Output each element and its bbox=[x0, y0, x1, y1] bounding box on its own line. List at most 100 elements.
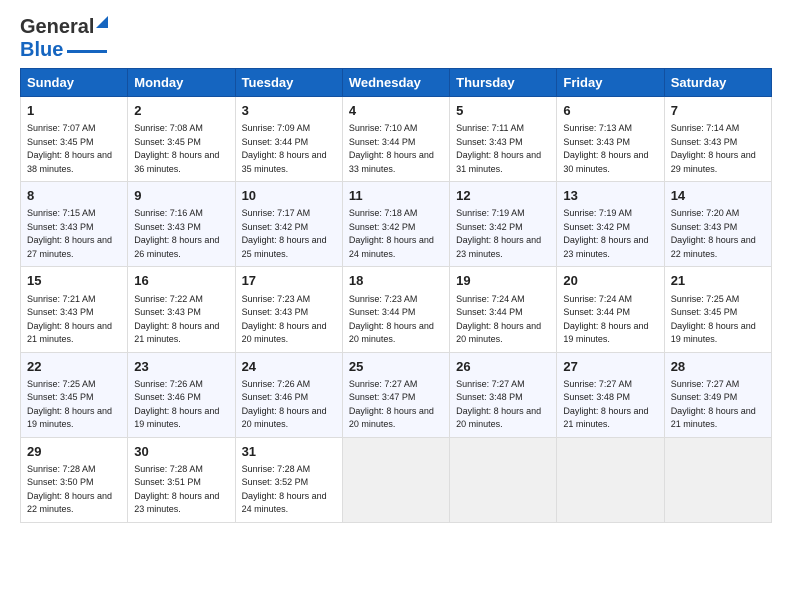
calendar-cell bbox=[342, 437, 449, 522]
calendar-cell: 28 Sunrise: 7:27 AMSunset: 3:49 PMDayligh… bbox=[664, 352, 771, 437]
calendar-body: 1 Sunrise: 7:07 AMSunset: 3:45 PMDaylight… bbox=[21, 97, 772, 523]
day-info: Sunrise: 7:14 AMSunset: 3:43 PMDaylight:… bbox=[671, 123, 756, 174]
calendar-table: SundayMondayTuesdayWednesdayThursdayFrid… bbox=[20, 68, 772, 523]
day-number: 25 bbox=[349, 358, 443, 376]
day-info: Sunrise: 7:27 AMSunset: 3:48 PMDaylight:… bbox=[456, 379, 541, 430]
day-info: Sunrise: 7:18 AMSunset: 3:42 PMDaylight:… bbox=[349, 208, 434, 259]
day-number: 6 bbox=[563, 102, 657, 120]
day-info: Sunrise: 7:25 AMSunset: 3:45 PMDaylight:… bbox=[671, 294, 756, 345]
day-info: Sunrise: 7:19 AMSunset: 3:42 PMDaylight:… bbox=[563, 208, 648, 259]
day-number: 5 bbox=[456, 102, 550, 120]
calendar-cell: 7 Sunrise: 7:14 AMSunset: 3:43 PMDaylight… bbox=[664, 97, 771, 182]
calendar-cell: 23 Sunrise: 7:26 AMSunset: 3:46 PMDayligh… bbox=[128, 352, 235, 437]
calendar-cell: 25 Sunrise: 7:27 AMSunset: 3:47 PMDayligh… bbox=[342, 352, 449, 437]
calendar-cell: 22Sunrise: 7:25 AMSunset: 3:45 PMDayligh… bbox=[21, 352, 128, 437]
calendar-cell: 27Sunrise: 7:27 AMSunset: 3:48 PMDayligh… bbox=[557, 352, 664, 437]
calendar-cell: 17 Sunrise: 7:23 AMSunset: 3:43 PMDayligh… bbox=[235, 267, 342, 352]
day-number: 20 bbox=[563, 272, 657, 290]
day-info: Sunrise: 7:27 AMSunset: 3:47 PMDaylight:… bbox=[349, 379, 434, 430]
calendar-cell: 8 Sunrise: 7:15 AMSunset: 3:43 PMDaylight… bbox=[21, 182, 128, 267]
day-info: Sunrise: 7:28 AMSunset: 3:50 PMDaylight:… bbox=[27, 464, 112, 515]
day-info: Sunrise: 7:24 AMSunset: 3:44 PMDaylight:… bbox=[456, 294, 541, 345]
day-info: Sunrise: 7:07 AMSunset: 3:45 PMDaylight:… bbox=[27, 123, 112, 174]
calendar-cell: 9 Sunrise: 7:16 AMSunset: 3:43 PMDaylight… bbox=[128, 182, 235, 267]
calendar-cell: 14 Sunrise: 7:20 AMSunset: 3:43 PMDayligh… bbox=[664, 182, 771, 267]
day-info: Sunrise: 7:15 AMSunset: 3:43 PMDaylight:… bbox=[27, 208, 112, 259]
day-info: Sunrise: 7:17 AMSunset: 3:42 PMDaylight:… bbox=[242, 208, 327, 259]
calendar-page: General Blue SundayMondayTuesdayWednesda… bbox=[0, 0, 792, 612]
day-info: Sunrise: 7:08 AMSunset: 3:45 PMDaylight:… bbox=[134, 123, 219, 174]
calendar-col-monday: Monday bbox=[128, 69, 235, 97]
day-number: 1 bbox=[27, 102, 121, 120]
day-number: 26 bbox=[456, 358, 550, 376]
calendar-cell bbox=[450, 437, 557, 522]
calendar-col-sunday: Sunday bbox=[21, 69, 128, 97]
day-number: 17 bbox=[242, 272, 336, 290]
calendar-cell: 26 Sunrise: 7:27 AMSunset: 3:48 PMDayligh… bbox=[450, 352, 557, 437]
day-info: Sunrise: 7:28 AMSunset: 3:52 PMDaylight:… bbox=[242, 464, 327, 515]
calendar-cell: 16Sunrise: 7:22 AMSunset: 3:43 PMDayligh… bbox=[128, 267, 235, 352]
calendar-week-1: 1 Sunrise: 7:07 AMSunset: 3:45 PMDaylight… bbox=[21, 97, 772, 182]
day-number: 9 bbox=[134, 187, 228, 205]
calendar-cell: 13Sunrise: 7:19 AMSunset: 3:42 PMDayligh… bbox=[557, 182, 664, 267]
calendar-cell: 30Sunrise: 7:28 AMSunset: 3:51 PMDayligh… bbox=[128, 437, 235, 522]
calendar-col-friday: Friday bbox=[557, 69, 664, 97]
calendar-cell: 24 Sunrise: 7:26 AMSunset: 3:46 PMDayligh… bbox=[235, 352, 342, 437]
calendar-col-saturday: Saturday bbox=[664, 69, 771, 97]
header: General Blue bbox=[20, 16, 772, 62]
calendar-cell: 2 Sunrise: 7:08 AMSunset: 3:45 PMDaylight… bbox=[128, 97, 235, 182]
calendar-cell bbox=[664, 437, 771, 522]
day-number: 4 bbox=[349, 102, 443, 120]
day-info: Sunrise: 7:09 AMSunset: 3:44 PMDaylight:… bbox=[242, 123, 327, 174]
day-number: 2 bbox=[134, 102, 228, 120]
day-info: Sunrise: 7:27 AMSunset: 3:49 PMDaylight:… bbox=[671, 379, 756, 430]
day-info: Sunrise: 7:26 AMSunset: 3:46 PMDaylight:… bbox=[134, 379, 219, 430]
day-number: 3 bbox=[242, 102, 336, 120]
day-number: 14 bbox=[671, 187, 765, 205]
logo-general: General bbox=[20, 16, 94, 38]
day-info: Sunrise: 7:20 AMSunset: 3:43 PMDaylight:… bbox=[671, 208, 756, 259]
day-info: Sunrise: 7:23 AMSunset: 3:43 PMDaylight:… bbox=[242, 294, 327, 345]
calendar-week-4: 22Sunrise: 7:25 AMSunset: 3:45 PMDayligh… bbox=[21, 352, 772, 437]
calendar-week-3: 15Sunrise: 7:21 AMSunset: 3:43 PMDayligh… bbox=[21, 267, 772, 352]
day-number: 22 bbox=[27, 358, 121, 376]
day-number: 29 bbox=[27, 443, 121, 461]
calendar-cell: 3 Sunrise: 7:09 AMSunset: 3:44 PMDaylight… bbox=[235, 97, 342, 182]
day-number: 23 bbox=[134, 358, 228, 376]
day-info: Sunrise: 7:19 AMSunset: 3:42 PMDaylight:… bbox=[456, 208, 541, 259]
day-number: 30 bbox=[134, 443, 228, 461]
calendar-cell: 18Sunrise: 7:23 AMSunset: 3:44 PMDayligh… bbox=[342, 267, 449, 352]
day-info: Sunrise: 7:23 AMSunset: 3:44 PMDaylight:… bbox=[349, 294, 434, 345]
calendar-cell: 1 Sunrise: 7:07 AMSunset: 3:45 PMDaylight… bbox=[21, 97, 128, 182]
calendar-week-2: 8 Sunrise: 7:15 AMSunset: 3:43 PMDaylight… bbox=[21, 182, 772, 267]
calendar-cell: 10 Sunrise: 7:17 AMSunset: 3:42 PMDayligh… bbox=[235, 182, 342, 267]
logo: General Blue bbox=[20, 16, 107, 62]
day-number: 28 bbox=[671, 358, 765, 376]
day-info: Sunrise: 7:26 AMSunset: 3:46 PMDaylight:… bbox=[242, 379, 327, 430]
day-number: 11 bbox=[349, 187, 443, 205]
calendar-cell: 21 Sunrise: 7:25 AMSunset: 3:45 PMDayligh… bbox=[664, 267, 771, 352]
day-number: 7 bbox=[671, 102, 765, 120]
calendar-cell: 12 Sunrise: 7:19 AMSunset: 3:42 PMDayligh… bbox=[450, 182, 557, 267]
calendar-header-row: SundayMondayTuesdayWednesdayThursdayFrid… bbox=[21, 69, 772, 97]
calendar-col-tuesday: Tuesday bbox=[235, 69, 342, 97]
day-info: Sunrise: 7:21 AMSunset: 3:43 PMDaylight:… bbox=[27, 294, 112, 345]
calendar-col-wednesday: Wednesday bbox=[342, 69, 449, 97]
calendar-cell bbox=[557, 437, 664, 522]
calendar-cell: 31Sunrise: 7:28 AMSunset: 3:52 PMDayligh… bbox=[235, 437, 342, 522]
calendar-cell: 19 Sunrise: 7:24 AMSunset: 3:44 PMDayligh… bbox=[450, 267, 557, 352]
day-number: 10 bbox=[242, 187, 336, 205]
day-info: Sunrise: 7:16 AMSunset: 3:43 PMDaylight:… bbox=[134, 208, 219, 259]
day-number: 21 bbox=[671, 272, 765, 290]
day-info: Sunrise: 7:11 AMSunset: 3:43 PMDaylight:… bbox=[456, 123, 541, 174]
day-number: 12 bbox=[456, 187, 550, 205]
day-number: 27 bbox=[563, 358, 657, 376]
calendar-cell: 6 Sunrise: 7:13 AMSunset: 3:43 PMDaylight… bbox=[557, 97, 664, 182]
day-number: 24 bbox=[242, 358, 336, 376]
day-number: 19 bbox=[456, 272, 550, 290]
day-number: 16 bbox=[134, 272, 228, 290]
calendar-col-thursday: Thursday bbox=[450, 69, 557, 97]
day-info: Sunrise: 7:13 AMSunset: 3:43 PMDaylight:… bbox=[563, 123, 648, 174]
logo-blue: Blue bbox=[20, 39, 63, 62]
day-number: 8 bbox=[27, 187, 121, 205]
